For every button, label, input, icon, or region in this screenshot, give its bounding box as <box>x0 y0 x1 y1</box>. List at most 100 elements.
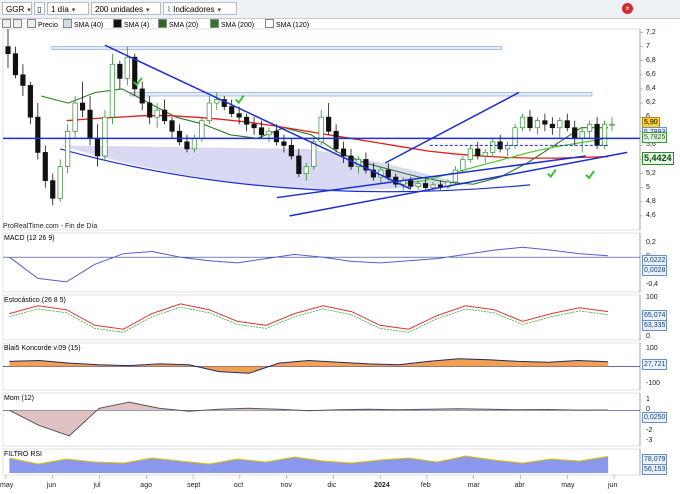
resistance-zone <box>129 92 593 97</box>
price-tick-label: 6,6 <box>646 70 656 78</box>
current-price-badge: 5,4424 <box>642 151 674 165</box>
resistance-zone <box>51 46 503 50</box>
candle-body <box>385 169 391 178</box>
month-label: mar <box>467 482 480 489</box>
candle-body <box>139 88 145 104</box>
indicator-tick-label: -3 <box>646 436 653 444</box>
month-label: jul <box>93 482 101 489</box>
panel-frame <box>2 392 641 447</box>
month-label: may <box>0 482 14 489</box>
indicator-title: Mom (12) <box>4 395 34 402</box>
month-label: oct <box>233 482 244 489</box>
candle-body <box>27 85 33 118</box>
candle-body <box>251 123 257 129</box>
candle-body <box>296 155 302 174</box>
month-label: feb <box>420 482 431 489</box>
candle-body <box>5 46 11 55</box>
month-label: sept <box>187 482 201 489</box>
indicator-title: Blai5 Koncorde v.09 (15) <box>4 345 81 352</box>
month-label: nov <box>280 482 292 489</box>
indicator-tick-label: 0,2 <box>646 239 656 247</box>
candle-body <box>273 130 280 143</box>
indicator-title: MACD (12 26 9) <box>4 235 55 242</box>
indicator-tick-label: -100 <box>646 379 661 387</box>
candle-body <box>229 106 235 114</box>
candle-body <box>326 116 332 132</box>
indicator-tick-label: -0,4 <box>646 281 659 289</box>
panel-frame <box>2 294 641 341</box>
candle-body <box>594 123 600 146</box>
candle-body <box>20 74 26 86</box>
indicator-line <box>9 303 609 330</box>
candle-body <box>512 127 518 146</box>
price-tick-label: 6,2 <box>646 99 656 107</box>
candle-body <box>609 123 615 126</box>
candle-body <box>460 159 466 171</box>
chart-canvas <box>2 28 643 479</box>
indicator-tick-label: 100 <box>646 294 658 301</box>
indicator-value-badge: 27,721 <box>642 358 668 370</box>
candle-body <box>72 102 78 132</box>
price-tick-label: 4,6 <box>646 211 656 219</box>
candle-body <box>42 152 48 181</box>
candle-body <box>162 109 168 122</box>
indicator-value-badge: 56,153 <box>642 464 668 475</box>
candle-body <box>467 148 473 160</box>
candle-body <box>572 127 578 139</box>
candle-body <box>117 63 123 79</box>
candle-body <box>236 113 242 118</box>
indicator-tick-label: 100 <box>646 345 658 353</box>
month-label: abr <box>514 482 525 489</box>
candle-body <box>519 116 526 129</box>
candle-body <box>244 116 250 125</box>
indicator-title: FILTRO RSI <box>4 451 42 458</box>
indicator-line <box>9 246 609 283</box>
candle-body <box>430 184 436 189</box>
candle-body <box>333 130 339 150</box>
candle-body <box>35 116 41 153</box>
indicator-value-badge: 63,335 <box>642 319 668 331</box>
candle-body <box>505 145 511 150</box>
candle-body <box>534 120 541 129</box>
copyright-text: ProRealTime.com - Fin de Día <box>3 223 98 230</box>
candle-body <box>482 152 488 157</box>
price-tick-label: 6,4 <box>646 84 656 92</box>
candle-body <box>191 137 198 150</box>
indicator-area <box>9 402 609 436</box>
price-tick-label: 6,8 <box>646 56 656 64</box>
indicator-tick-label: -2 <box>646 426 653 434</box>
candle-body <box>154 109 160 118</box>
candle-body <box>587 123 593 132</box>
candle-body <box>12 53 19 76</box>
check-mark-icon <box>585 170 595 180</box>
candle-body <box>184 141 190 150</box>
candle-body <box>169 120 175 132</box>
candle-body <box>564 120 570 129</box>
candle-body <box>94 137 101 157</box>
candle-body <box>288 145 294 157</box>
month-label: jun <box>608 482 618 489</box>
candle-body <box>527 116 533 129</box>
candle-body <box>214 99 220 104</box>
candle-body <box>124 56 130 79</box>
candle-body <box>340 148 347 157</box>
month-label: jun <box>46 482 57 489</box>
candle-body <box>258 127 265 136</box>
candle-body <box>542 120 548 125</box>
price-badge: 5,7825 <box>642 131 668 143</box>
check-mark-icon <box>234 94 245 105</box>
month-label: ago <box>140 482 152 489</box>
indicator-value-badge: 0,0250 <box>642 411 668 423</box>
price-tick-label: 5,2 <box>646 169 656 177</box>
month-label: dic <box>327 482 337 489</box>
candle-body <box>475 148 481 157</box>
month-label: 2024 <box>374 482 390 489</box>
candle-body <box>557 120 563 129</box>
candle-body <box>311 141 317 167</box>
candle-body <box>415 183 421 187</box>
candle-body <box>199 120 205 139</box>
candle-body <box>490 141 496 153</box>
candle-body <box>50 180 56 199</box>
candle-body <box>147 102 153 118</box>
indicator-title: Estocástico (26 8 5) <box>4 297 66 304</box>
